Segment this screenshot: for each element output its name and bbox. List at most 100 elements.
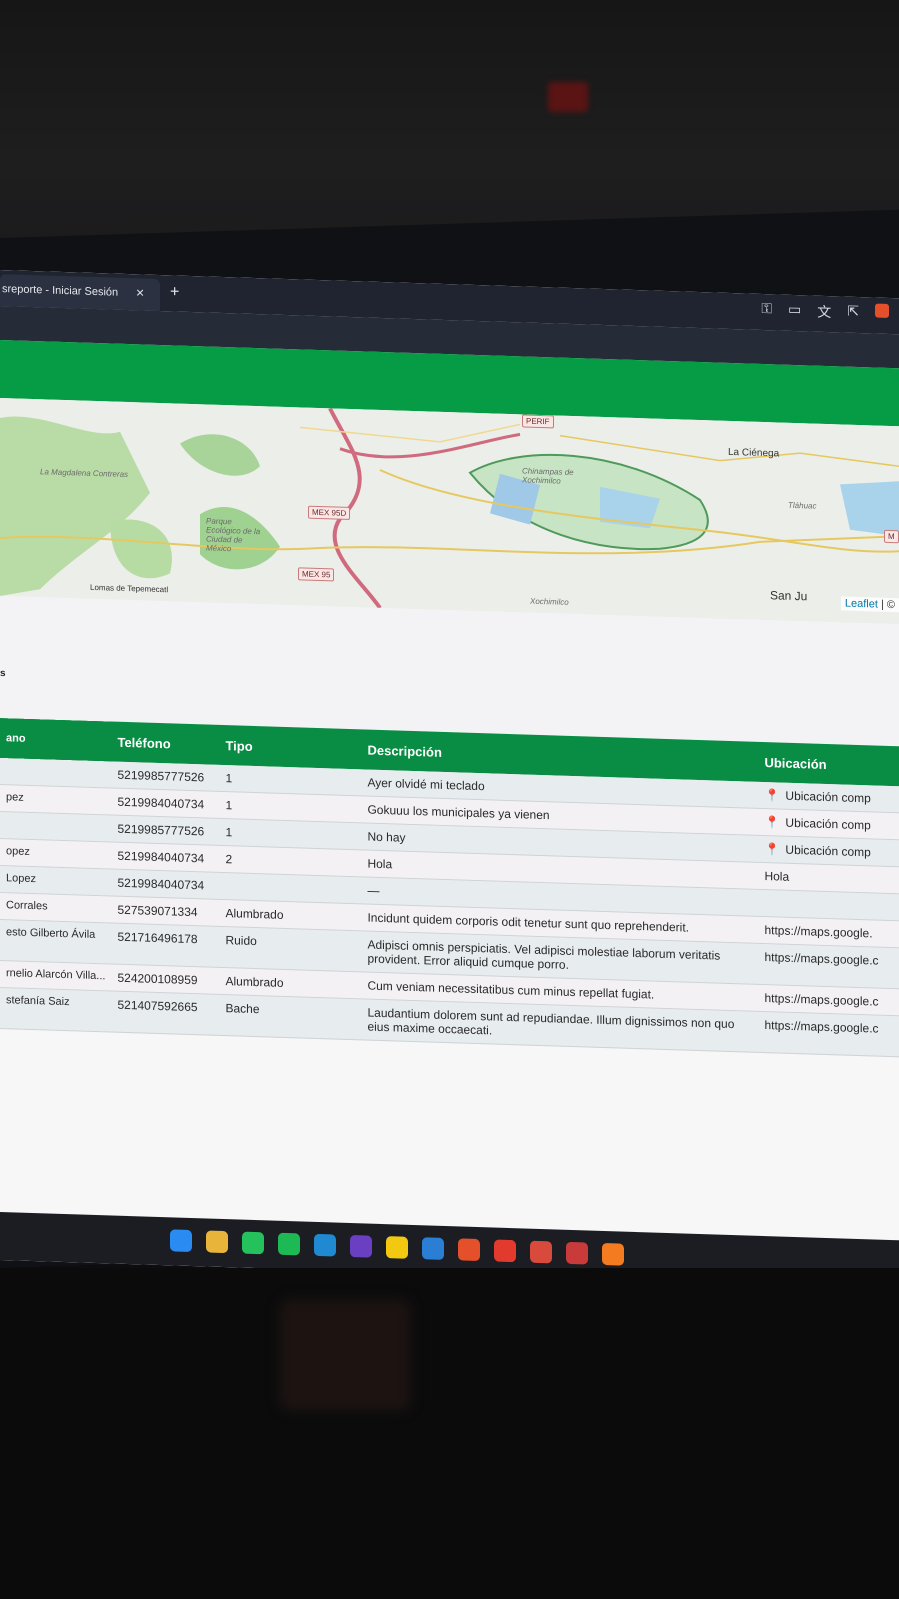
- cell-name: Corrales: [0, 892, 112, 924]
- brave-icon[interactable]: [458, 1238, 480, 1262]
- close-tab-icon[interactable]: ×: [136, 284, 144, 300]
- cell-ubicacion-text: https://maps.google.c: [764, 1018, 879, 1036]
- reports-table: ano Teléfono Tipo Descripción Ubicación …: [0, 718, 899, 1057]
- monitor-screen: sreporte - Iniciar Sesión × + ⚿ ▭ 文 ⇱ La…: [0, 270, 899, 1289]
- cell-descripcion-text: Incidunt quidem corporis odit tenetur su…: [367, 910, 689, 935]
- cell-tipo-text: Ruido: [225, 933, 257, 949]
- cell-name-text: pez: [6, 791, 24, 804]
- header-name: ano: [6, 732, 26, 745]
- power-bi-icon[interactable]: [386, 1236, 408, 1259]
- road-shield-perif: PERIF: [522, 414, 554, 429]
- cell-ubicacion-text: https://maps.google.c: [764, 950, 879, 968]
- background-light: [548, 82, 588, 112]
- cell-telefono: 5219985777526: [111, 761, 220, 792]
- cell-telefono: 527539071334: [111, 896, 220, 927]
- road-shield-mex95: MEX 95: [298, 567, 335, 582]
- cell-ubicacion[interactable]: https://maps.google.c: [758, 943, 899, 989]
- cell-descripcion-text: Ayer olvidé mi teclado: [367, 775, 485, 794]
- cell-telefono-text: 524200108959: [117, 970, 198, 988]
- location-pin-icon: 📍: [764, 788, 780, 803]
- cell-name: [0, 811, 112, 843]
- share-icon[interactable]: ⇱: [847, 303, 859, 323]
- cell-tipo-text: Alumbrado: [225, 974, 284, 990]
- cell-name-text: Corrales: [6, 899, 48, 913]
- cell-descripcion-text: No hay: [367, 829, 406, 845]
- cell-telefono: 521716496178: [111, 923, 220, 968]
- cell-telefono: 5219985777526: [111, 815, 220, 846]
- translate-icon[interactable]: 文: [817, 302, 831, 322]
- cell-ubicacion-text: https://maps.google.c: [764, 991, 879, 1009]
- anydesk-icon[interactable]: [494, 1239, 516, 1263]
- edge-icon[interactable]: [314, 1233, 336, 1257]
- attribution-suffix: | ©: [880, 598, 895, 612]
- cell-descripcion-text: Cum veniam necessitatibus cum minus repe…: [367, 978, 655, 1002]
- map-label-chinampas: Chinampas de Xochimilco: [522, 466, 574, 486]
- cell-ubicacion-text: Ubicación comp: [785, 815, 871, 833]
- road-shield-mex95d: MEX 95D: [308, 505, 351, 521]
- taskbar-apps: [170, 1229, 624, 1266]
- cell-descripcion-text: Laudantium dolorem sunt ad repudiandae. …: [367, 1005, 735, 1038]
- desk-background: [0, 1268, 899, 1599]
- cell-telefono-text: 5219984040734: [117, 848, 205, 866]
- cell-telefono: 5219984040734: [111, 842, 220, 873]
- cell-tipo-text: Alumbrado: [225, 906, 284, 922]
- browser-tab[interactable]: sreporte - Iniciar Sesión ×: [0, 274, 160, 312]
- spotify-icon[interactable]: [278, 1232, 300, 1256]
- cell-descripcion-text: —: [367, 883, 380, 898]
- monitor-stand: [280, 1300, 410, 1410]
- map-label-tlahuac: Tláhuac: [788, 500, 817, 511]
- cell-name: [0, 758, 112, 789]
- cell-telefono: 5219984040734: [111, 869, 220, 900]
- header-telefono: Teléfono: [117, 734, 171, 751]
- cell-telefono-text: 5219984040734: [117, 875, 205, 893]
- cell-name-text: Lopez: [6, 872, 36, 886]
- cell-name: rnelio Alarcón Villa...: [0, 960, 112, 992]
- map-attribution: Leaflet | ©: [840, 596, 899, 613]
- cell-ubicacion[interactable]: https://maps.google.c: [758, 1011, 899, 1057]
- cell-tipo-text: 1: [225, 771, 233, 786]
- brave-shield-icon[interactable]: [875, 303, 889, 318]
- map-label-xochimilco: Xochimilco: [530, 596, 569, 607]
- cell-tipo: Ruido: [219, 926, 362, 972]
- cell-name-text: esto Gilberto Ávila: [6, 926, 96, 941]
- cell-telefono-text: 5219985777526: [117, 821, 205, 839]
- cell-name-text: stefanía Saiz: [6, 994, 70, 1009]
- road-shield-m: M: [884, 529, 899, 544]
- cell-telefono: 524200108959: [111, 964, 220, 995]
- map-label-san-juan: San Ju: [770, 588, 808, 604]
- location-pin-icon: 📍: [764, 842, 780, 857]
- key-icon[interactable]: ⚿: [761, 300, 772, 320]
- cell-ubicacion-text: Hola: [764, 869, 790, 884]
- whatsapp-icon[interactable]: [242, 1231, 264, 1255]
- tab-title: sreporte - Iniciar Sesión: [2, 283, 119, 299]
- map-label-parque: Parque Ecológico de la Ciudad de México: [206, 516, 261, 554]
- cell-tipo-text: 1: [225, 825, 233, 840]
- cell-telefono: 5219984040734: [111, 788, 220, 819]
- app-1-icon[interactable]: [530, 1240, 552, 1264]
- xampp-icon[interactable]: [602, 1242, 624, 1266]
- cell-name: esto Gilberto Ávila: [0, 919, 112, 965]
- windows-start-icon[interactable]: [170, 1229, 192, 1253]
- cell-tipo-text: Bache: [225, 1001, 260, 1017]
- file-explorer-icon[interactable]: [206, 1230, 228, 1254]
- cell-telefono-text: 527539071334: [117, 902, 198, 920]
- github-icon[interactable]: [350, 1234, 372, 1258]
- map[interactable]: La Magdalena Contreras Parque Ecológico …: [0, 398, 899, 625]
- cell-name: pez: [0, 784, 112, 816]
- app-2-icon[interactable]: [566, 1241, 588, 1265]
- header-tipo: Tipo: [225, 737, 253, 754]
- browser-toolbar-icons: ⚿ ▭ 文 ⇱: [761, 300, 889, 324]
- new-tab-button[interactable]: +: [170, 283, 179, 301]
- cell-name-text: rnelio Alarcón Villa...: [6, 967, 106, 983]
- cell-tipo-text: 2: [225, 852, 233, 867]
- cell-telefono: 521407592665: [111, 991, 220, 1036]
- cell-name: opez: [0, 838, 112, 870]
- cell-name: stefanía Saiz: [0, 987, 112, 1033]
- vscode-icon[interactable]: [422, 1237, 444, 1260]
- cell-ubicacion-text: Ubicación comp: [785, 842, 871, 860]
- cast-icon[interactable]: ▭: [788, 301, 801, 321]
- cell-telefono-text: 521716496178: [117, 929, 198, 947]
- table-body: 5219985777526 1 Ayer olvidé mi teclado 📍 Ubi…: [0, 758, 899, 1057]
- leaflet-link[interactable]: Leaflet: [845, 598, 878, 611]
- cell-descripcion-text: Adipisci omnis perspiciatis. Vel adipisc…: [367, 937, 721, 972]
